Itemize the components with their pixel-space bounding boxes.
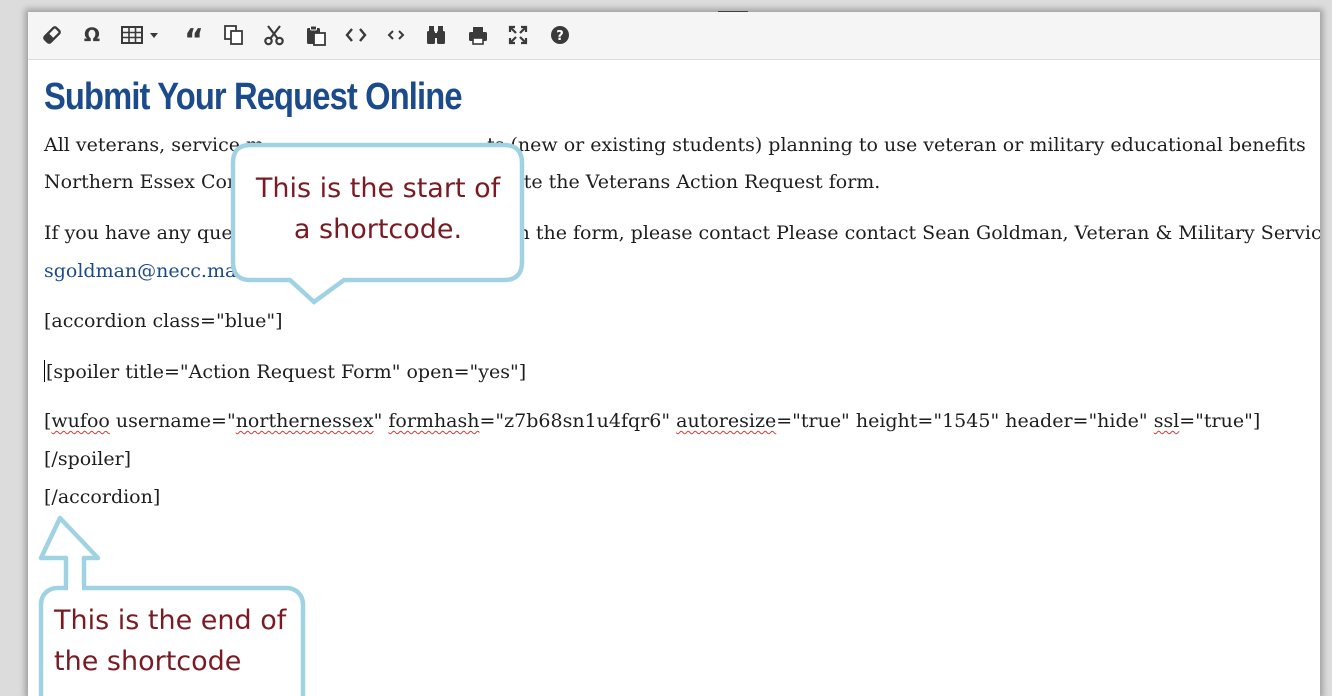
print-icon — [469, 27, 487, 45]
chevron-down-icon — [149, 33, 158, 38]
shortcode-accordion-close: [/accordion] — [44, 486, 161, 508]
copy-button[interactable] — [218, 20, 250, 50]
callout-end-shortcode: This is the end of the shortcode — [38, 512, 308, 696]
text-fragment: " — [373, 410, 389, 432]
table-button[interactable] — [116, 20, 164, 50]
find-replace-button[interactable] — [420, 20, 452, 50]
shortcode-accordion-open: [accordion class="blue"] — [44, 310, 283, 332]
svg-text:?: ? — [556, 29, 564, 44]
print-button[interactable] — [462, 20, 494, 50]
cut-icon — [264, 25, 284, 46]
spellcheck-word: autoresize — [676, 410, 777, 432]
callout-line: This is the start of — [255, 173, 501, 204]
shortcode-spoiler-open: [spoiler title="Action Request Form" ope… — [44, 360, 526, 383]
blockquote-icon: “ — [184, 23, 204, 58]
binoculars-icon — [427, 26, 445, 44]
text-fragment: username=" — [109, 410, 236, 432]
code-icon — [345, 28, 367, 42]
shortcode-wufoo: [wufoo username="northernessex" formhash… — [44, 410, 1260, 432]
paste-button[interactable] — [300, 20, 332, 50]
help-icon: ? — [551, 26, 569, 44]
text-fragment: n the form, please contact Please contac… — [517, 222, 1320, 244]
inline-code-button[interactable] — [380, 20, 412, 50]
special-character-button[interactable]: Ω — [76, 20, 108, 50]
page-title: Submit Your Request Online — [44, 76, 463, 118]
fullscreen-button[interactable] — [502, 20, 534, 50]
callout-text: This is the end of the shortcode — [54, 600, 286, 682]
help-button[interactable]: ? — [544, 20, 576, 50]
spellcheck-word: formhash — [388, 410, 480, 432]
omega-icon: Ω — [83, 24, 101, 46]
text-fragment: plete the Veterans Action Request form. — [494, 171, 881, 193]
spellcheck-word: northernessex — [235, 410, 374, 432]
spellcheck-word: wufoo — [51, 410, 110, 432]
callout-start-shortcode: This is the start of a shortcode. — [230, 142, 526, 308]
text-cursor — [44, 360, 45, 382]
text-fragment: ts (new or existing students) planning t… — [487, 134, 1306, 156]
text-fragment: Northern Essex Con — [44, 171, 240, 193]
text-fragment: [spoiler title="Action Request Form" ope… — [46, 361, 527, 383]
callout-line: a shortcode. — [293, 214, 463, 245]
spellcheck-word: ssl — [1153, 410, 1180, 432]
text-fragment: ="z7b68sn1u4fqr6" — [479, 410, 677, 432]
callout-text: This is the start of a shortcode. — [230, 168, 526, 250]
eraser-button[interactable] — [36, 20, 68, 50]
fullscreen-icon — [508, 25, 528, 45]
blockquote-button[interactable]: “ — [178, 20, 210, 56]
source-code-button[interactable] — [340, 20, 372, 50]
text-fragment: ="true"] — [1179, 410, 1261, 432]
table-icon — [120, 26, 143, 44]
callout-line: the shortcode — [54, 646, 242, 677]
paste-icon — [307, 25, 326, 46]
inline-code-icon — [387, 30, 405, 40]
eraser-icon — [43, 26, 61, 44]
callout-line: This is the end of — [54, 605, 287, 636]
editor-toolbar: Ω “ ? — [28, 12, 1320, 60]
text-fragment: ="true" height="1545" header="hide" — [776, 410, 1154, 432]
cut-button[interactable] — [258, 20, 290, 50]
email-link[interactable]: sgoldman@necc.ma — [44, 260, 236, 282]
text-fragment: If you have any que — [44, 222, 233, 244]
copy-icon — [224, 25, 243, 45]
shortcode-spoiler-close: [/spoiler] — [44, 448, 132, 470]
